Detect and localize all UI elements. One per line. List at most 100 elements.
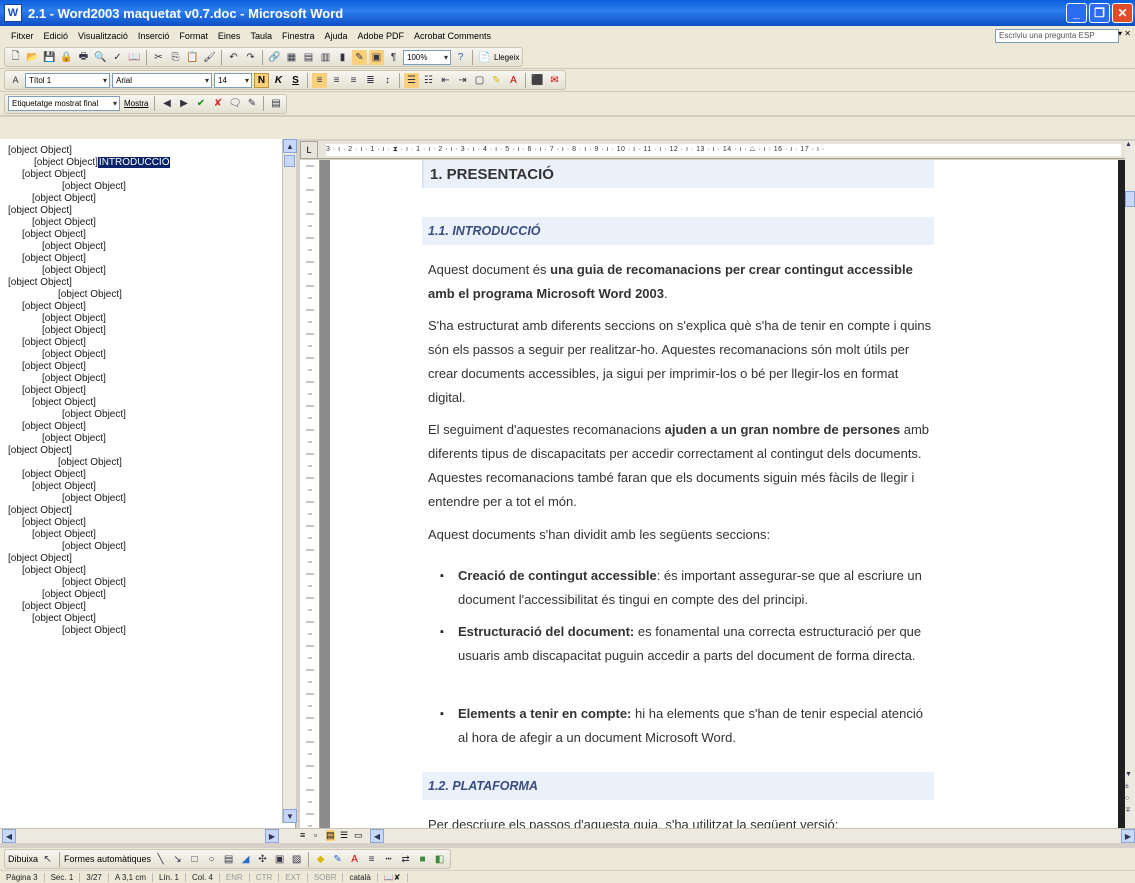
menu-file[interactable]: Fitxer (6, 31, 39, 41)
map-item[interactable]: [object Object] (22, 601, 86, 613)
menu-table[interactable]: Taula (245, 31, 277, 41)
highlight-icon[interactable]: ✎ (489, 73, 504, 88)
vertical-ruler[interactable] (300, 160, 320, 828)
arrow-style-icon[interactable]: ⇄ (398, 852, 413, 867)
map-item[interactable]: [object Object] (42, 433, 106, 445)
scroll-down-icon[interactable]: ▼ (283, 809, 297, 823)
map-item[interactable]: [object Object] (22, 565, 86, 577)
new-document-icon[interactable]: 🗋 (8, 50, 23, 65)
close-button[interactable]: ✕ (1112, 3, 1133, 23)
tables-borders-icon[interactable]: ▦ (284, 50, 299, 65)
ask-dropdown-icon[interactable]: ▾ ✕ (1118, 29, 1131, 38)
map-item[interactable]: [object Object] (42, 265, 106, 277)
map-item[interactable]: [object Object] (22, 337, 86, 349)
map-item[interactable]: [object Object] (22, 361, 86, 373)
select-objects-icon[interactable]: ↖ (40, 852, 55, 867)
font-color-icon[interactable]: A (506, 73, 521, 88)
draw-menu[interactable]: Dibuixa (8, 854, 38, 864)
reading-view-icon[interactable]: ▭ (354, 830, 363, 841)
style-combo[interactable]: Títol 1 (25, 72, 110, 88)
map-item[interactable]: [object Object] (22, 253, 86, 265)
map-horizontal-scrollbar[interactable]: ◀ ▶ (0, 828, 296, 843)
read-button[interactable]: Llegeix (494, 53, 519, 62)
line-spacing-icon[interactable]: ↕ (380, 73, 395, 88)
document-map-icon[interactable]: ▣ (369, 49, 384, 65)
clipart-icon[interactable]: ▣ (272, 852, 287, 867)
horizontal-ruler[interactable]: 3 · ı · 2 · ı · 1 · ı · ⧗ · ı · 1 · ı · … (318, 141, 1128, 159)
format-painter-icon[interactable]: 🖌 (202, 50, 217, 65)
scroll-left-icon[interactable]: ◀ (370, 829, 384, 843)
permission-icon[interactable]: 🔒 (59, 50, 74, 65)
drawing-icon[interactable]: ✎ (352, 49, 367, 65)
map-item[interactable]: [object Object] (22, 385, 86, 397)
map-item[interactable]: [object Object] (22, 469, 86, 481)
previous-change-icon[interactable]: ◀ (159, 96, 174, 111)
picture-icon[interactable]: ▨ (289, 852, 304, 867)
rectangle-icon[interactable]: □ (187, 852, 202, 867)
map-item[interactable]: [object Object] (42, 349, 106, 361)
save-icon[interactable]: 💾 (42, 50, 57, 65)
map-item[interactable]: [object Object] (62, 625, 126, 637)
print-icon[interactable]: 🖶 (76, 50, 91, 65)
map-item[interactable]: [object Object] (8, 277, 72, 289)
open-icon[interactable]: 📂 (25, 50, 40, 65)
accept-change-icon[interactable]: ✔ (193, 96, 208, 111)
map-item[interactable]: [object Object] (32, 217, 96, 229)
next-change-icon[interactable]: ▶ (176, 96, 191, 111)
map-item[interactable]: [object Object] (42, 313, 106, 325)
hyperlink-icon[interactable]: 🔗 (267, 50, 282, 65)
line-color-icon[interactable]: ✎ (330, 852, 345, 867)
map-item[interactable]: [object Object] (62, 181, 126, 193)
columns-icon[interactable]: ▮ (335, 50, 350, 65)
insert-excel-icon[interactable]: ▥ (318, 50, 333, 65)
status-record[interactable]: ENR (220, 872, 250, 882)
map-item[interactable]: [object Object] (22, 229, 86, 241)
tab-selector[interactable]: L (300, 141, 318, 159)
reject-change-icon[interactable]: ✘ (210, 96, 225, 111)
map-item[interactable]: [object Object] (8, 205, 72, 217)
map-item[interactable]: [object Object] (8, 445, 72, 457)
print-preview-icon[interactable]: 🔍 (93, 50, 108, 65)
map-vertical-scrollbar[interactable]: ▲ ▼ (282, 139, 297, 823)
scroll-left-icon[interactable]: ◀ (2, 829, 16, 843)
scroll-thumb[interactable] (1125, 191, 1135, 207)
line-icon[interactable]: ╲ (153, 852, 168, 867)
map-item[interactable]: [object Object] (22, 169, 86, 181)
document-vertical-scrollbar[interactable]: ▲ ▼ ± ○ ∓ (1125, 141, 1135, 828)
document-horizontal-scrollbar[interactable]: ≡ ▫ ▤ ☰ ▭ ◀ ▶ (296, 828, 1135, 843)
ask-question-input[interactable]: Escriviu una pregunta ESP (995, 29, 1119, 43)
align-left-icon[interactable]: ≡ (312, 72, 327, 88)
numbering-icon[interactable]: ☰ (404, 72, 419, 88)
help-icon[interactable]: ? (453, 50, 468, 65)
arrow-icon[interactable]: ↘ (170, 852, 185, 867)
menu-insert[interactable]: Inserció (133, 31, 175, 41)
menu-adobe-pdf[interactable]: Adobe PDF (353, 31, 410, 41)
map-item[interactable]: [object Object] (32, 193, 96, 205)
map-item[interactable]: [object Object] (62, 541, 126, 553)
research-icon[interactable]: 📖 (127, 50, 142, 65)
map-item[interactable]: [object Object] (58, 457, 122, 469)
print-view-icon[interactable]: ▤ (326, 830, 335, 841)
paste-icon[interactable]: 📋 (185, 50, 200, 65)
status-overtype[interactable]: SOBR (308, 872, 344, 882)
zoom-combo[interactable]: 100% (403, 49, 451, 65)
insert-comment-icon[interactable]: 🗨 (227, 96, 242, 111)
spelling-icon[interactable]: ✓ (110, 50, 125, 65)
font-color-icon[interactable]: A (347, 852, 362, 867)
status-extend[interactable]: EXT (279, 872, 308, 882)
wordart-icon[interactable]: ◢ (238, 852, 253, 867)
maximize-button[interactable]: ❐ (1089, 3, 1110, 23)
border-icon[interactable]: ▢ (472, 73, 487, 88)
scroll-thumb[interactable] (284, 155, 295, 167)
status-language[interactable]: català (343, 872, 378, 882)
show-menu[interactable]: Mostra (124, 99, 148, 108)
reviewing-pane-icon[interactable]: ▤ (268, 96, 283, 111)
autoshapes-menu[interactable]: Formes automàtiques (64, 854, 151, 864)
word-doc-icon[interactable]: W (4, 4, 22, 22)
font-combo[interactable]: Arial (112, 72, 212, 88)
map-item[interactable]: [object Object] (32, 481, 96, 493)
document-page[interactable]: 1. PRESENTACIÓ 1.1. INTRODUCCIÓ Aquest d… (330, 160, 1120, 828)
scroll-up-icon[interactable]: ▲ (283, 139, 297, 153)
map-item[interactable]: [object Object] (62, 409, 126, 421)
map-item[interactable]: [object Object] (42, 373, 106, 385)
